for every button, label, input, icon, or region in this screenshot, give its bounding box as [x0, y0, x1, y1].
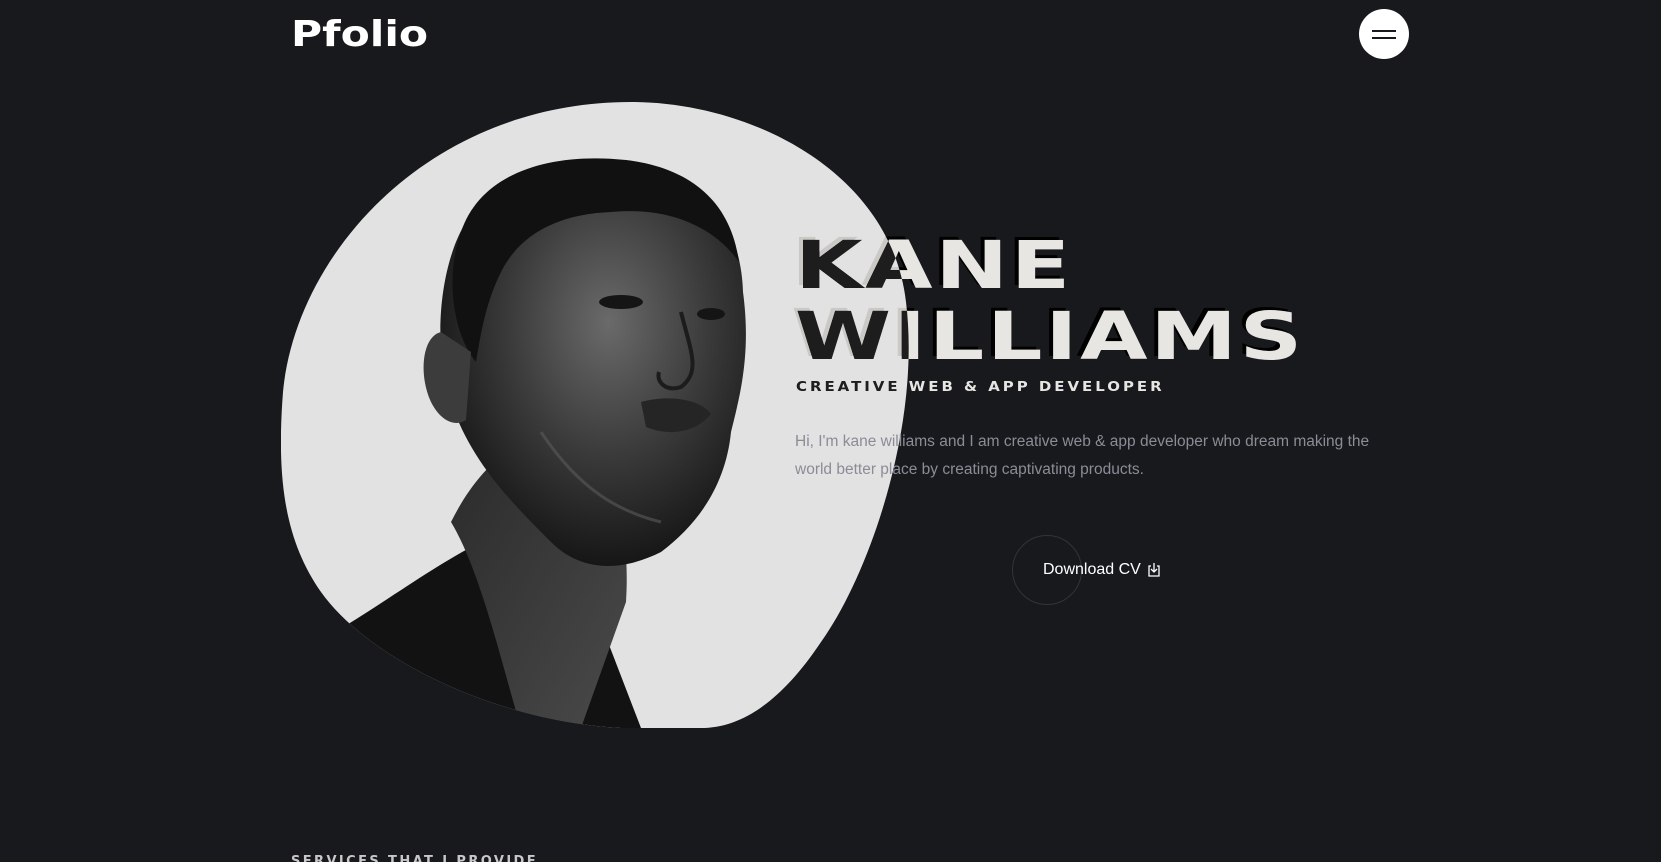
download-cv-label: Download CV — [1043, 561, 1141, 578]
hero-subtitle: CREATIVE WEB & APP DEVELOPER — [796, 380, 1165, 395]
portrait-photo — [281, 102, 911, 728]
page: Pfolio KANE WILLIAMS CREATIVE WEB & APP … — [0, 0, 1661, 862]
hero-last-name: WILLIAMS — [795, 298, 1305, 375]
menu-button[interactable] — [1359, 9, 1409, 59]
hamburger-menu-icon — [1372, 25, 1396, 44]
hero-first-name: KANE — [795, 227, 1073, 304]
hero-name: KANE WILLIAMS — [795, 230, 1305, 372]
services-section-label: SERVICES THAT I PROVIDE — [291, 854, 539, 862]
download-cv-button[interactable]: Download CV — [1012, 535, 1161, 605]
site-logo[interactable]: Pfolio — [291, 14, 428, 55]
hero-intro: Hi, I'm kane williams and I am creative … — [795, 433, 1370, 478]
download-icon — [1148, 563, 1160, 577]
